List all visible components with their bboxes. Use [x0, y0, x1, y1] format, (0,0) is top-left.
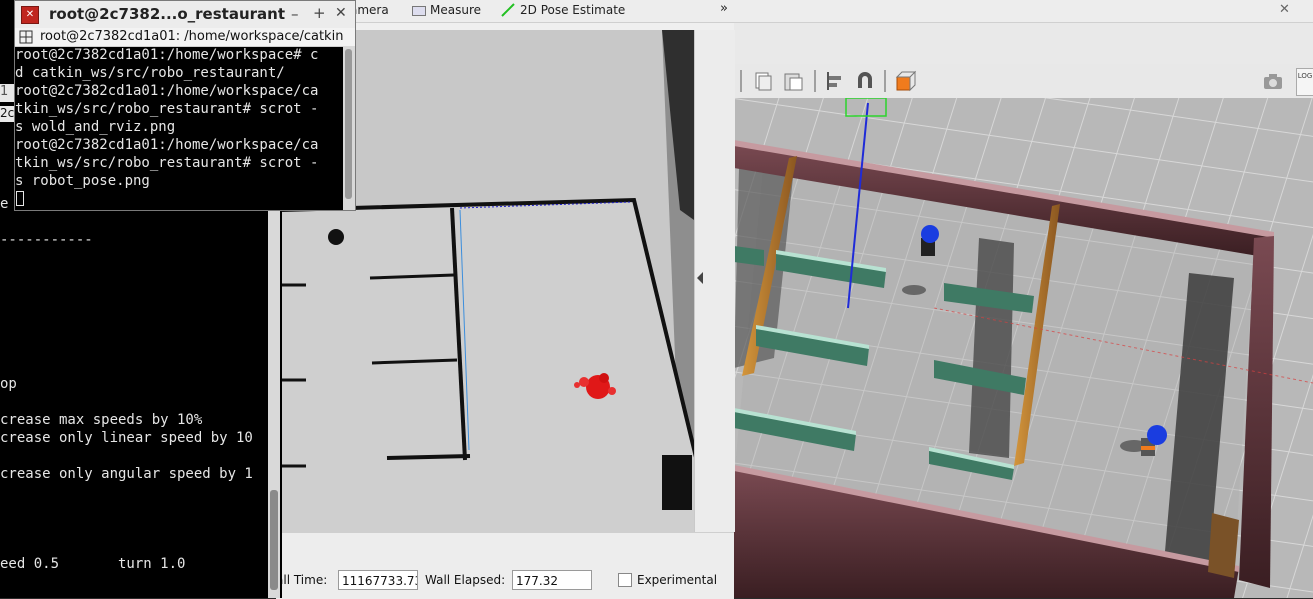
terminal-app-icon: ✕ — [21, 6, 39, 24]
terminal-line: ----------- — [0, 232, 93, 248]
terminal-line: root@2c7382cd1a01:/home/workspace/ca — [15, 137, 319, 153]
copy-icon[interactable] — [752, 70, 774, 92]
paste-icon[interactable] — [782, 70, 804, 92]
experimental-label: Experimental — [637, 573, 718, 587]
toolbar-separator — [740, 70, 742, 92]
terminal-tab-icon — [19, 30, 33, 44]
tab-title: root@2c7382cd1a01: /home/workspace/catki… — [40, 29, 344, 44]
gazebo-window: ✕ LOG — [734, 0, 1313, 598]
terminal-line: tkin_ws/src/robo_restaurant# scrot - — [15, 101, 319, 117]
scrollbar-thumb[interactable] — [345, 49, 352, 199]
terminal-peek-tab: 2c — [0, 106, 15, 122]
terminal-line: d catkin_ws/src/robo_restaurant/ — [15, 65, 285, 81]
pose-estimate-tool[interactable]: 2D Pose Estimate — [520, 3, 625, 17]
wall-elapsed-label: Wall Elapsed: — [425, 573, 506, 587]
terminal-line: root@2c7382cd1a01:/home/workspace/ca — [15, 83, 319, 99]
close-icon[interactable]: ✕ — [335, 5, 347, 21]
minimize-icon[interactable]: – — [291, 5, 299, 23]
foreground-terminal-window: ✕ root@2c7382...o_restaurant – + ✕ root@… — [14, 0, 356, 211]
change-view-icon[interactable] — [894, 70, 916, 92]
terminal-line: s robot_pose.png — [15, 173, 150, 189]
terminal-line: tkin_ws/src/robo_restaurant# scrot - — [15, 155, 319, 171]
measure-tool[interactable]: Measure — [430, 3, 481, 17]
terminal-scrollbar[interactable] — [343, 46, 355, 210]
gazebo-toolbar: LOG — [734, 64, 1313, 99]
terminal-peek-text: 1 — [0, 84, 14, 102]
gazebo-menubar — [734, 23, 1313, 64]
terminal-line: eed 0.5 turn 1.0 — [0, 556, 186, 572]
wall-time-label: all Time: — [276, 573, 328, 587]
maximize-icon[interactable]: + — [313, 4, 326, 22]
screenshot-camera-icon[interactable] — [1262, 70, 1284, 92]
scrollbar-thumb[interactable] — [270, 490, 278, 590]
terminal-line: crease only angular speed by 1 — [0, 466, 253, 482]
terminal-titlebar[interactable]: ✕ root@2c7382...o_restaurant – + ✕ — [15, 1, 355, 29]
wall-elapsed-field[interactable]: 177.32 — [512, 570, 592, 590]
terminal-line: e — [0, 196, 9, 212]
measure-icon — [412, 6, 426, 16]
terminal-scrollbar[interactable] — [268, 200, 280, 598]
terminal-cursor — [16, 191, 24, 206]
collapse-panel-icon[interactable] — [697, 272, 703, 284]
experimental-checkbox[interactable] — [618, 573, 632, 587]
pose-estimate-arrow-icon — [501, 3, 515, 17]
rviz-side-panel — [694, 30, 735, 532]
terminal-line: op — [0, 376, 17, 392]
magnet-snap-icon[interactable] — [854, 70, 876, 92]
terminal-output[interactable]: root@2c7382cd1a01:/home/workspace# c d c… — [15, 46, 343, 210]
wall-time-field[interactable]: 11167733.73 — [338, 570, 418, 590]
toolbar-separator — [814, 70, 816, 92]
more-tools-chevron-icon[interactable]: » — [720, 1, 728, 16]
gazebo-close-icon[interactable]: ✕ — [1279, 2, 1293, 17]
gazebo-3d-scene[interactable] — [734, 98, 1313, 598]
toolbar-separator — [884, 70, 886, 92]
window-title: root@2c7382...o_restaurant — [49, 5, 285, 23]
terminal-line: crease only linear speed by 10 — [0, 430, 253, 446]
log-button[interactable]: LOG — [1296, 68, 1313, 96]
align-icon[interactable] — [824, 70, 846, 92]
rviz-time-panel: all Time: 11167733.73 Wall Elapsed: 177.… — [276, 532, 734, 599]
terminal-line: root@2c7382cd1a01:/home/workspace# c — [15, 47, 319, 63]
gazebo-titlebar: ✕ — [734, 0, 1313, 23]
terminal-line: s wold_and_rviz.png — [15, 119, 176, 135]
terminal-line: crease max speeds by 10% — [0, 412, 203, 428]
terminal-tab[interactable]: root@2c7382cd1a01: /home/workspace/catki… — [15, 28, 355, 47]
